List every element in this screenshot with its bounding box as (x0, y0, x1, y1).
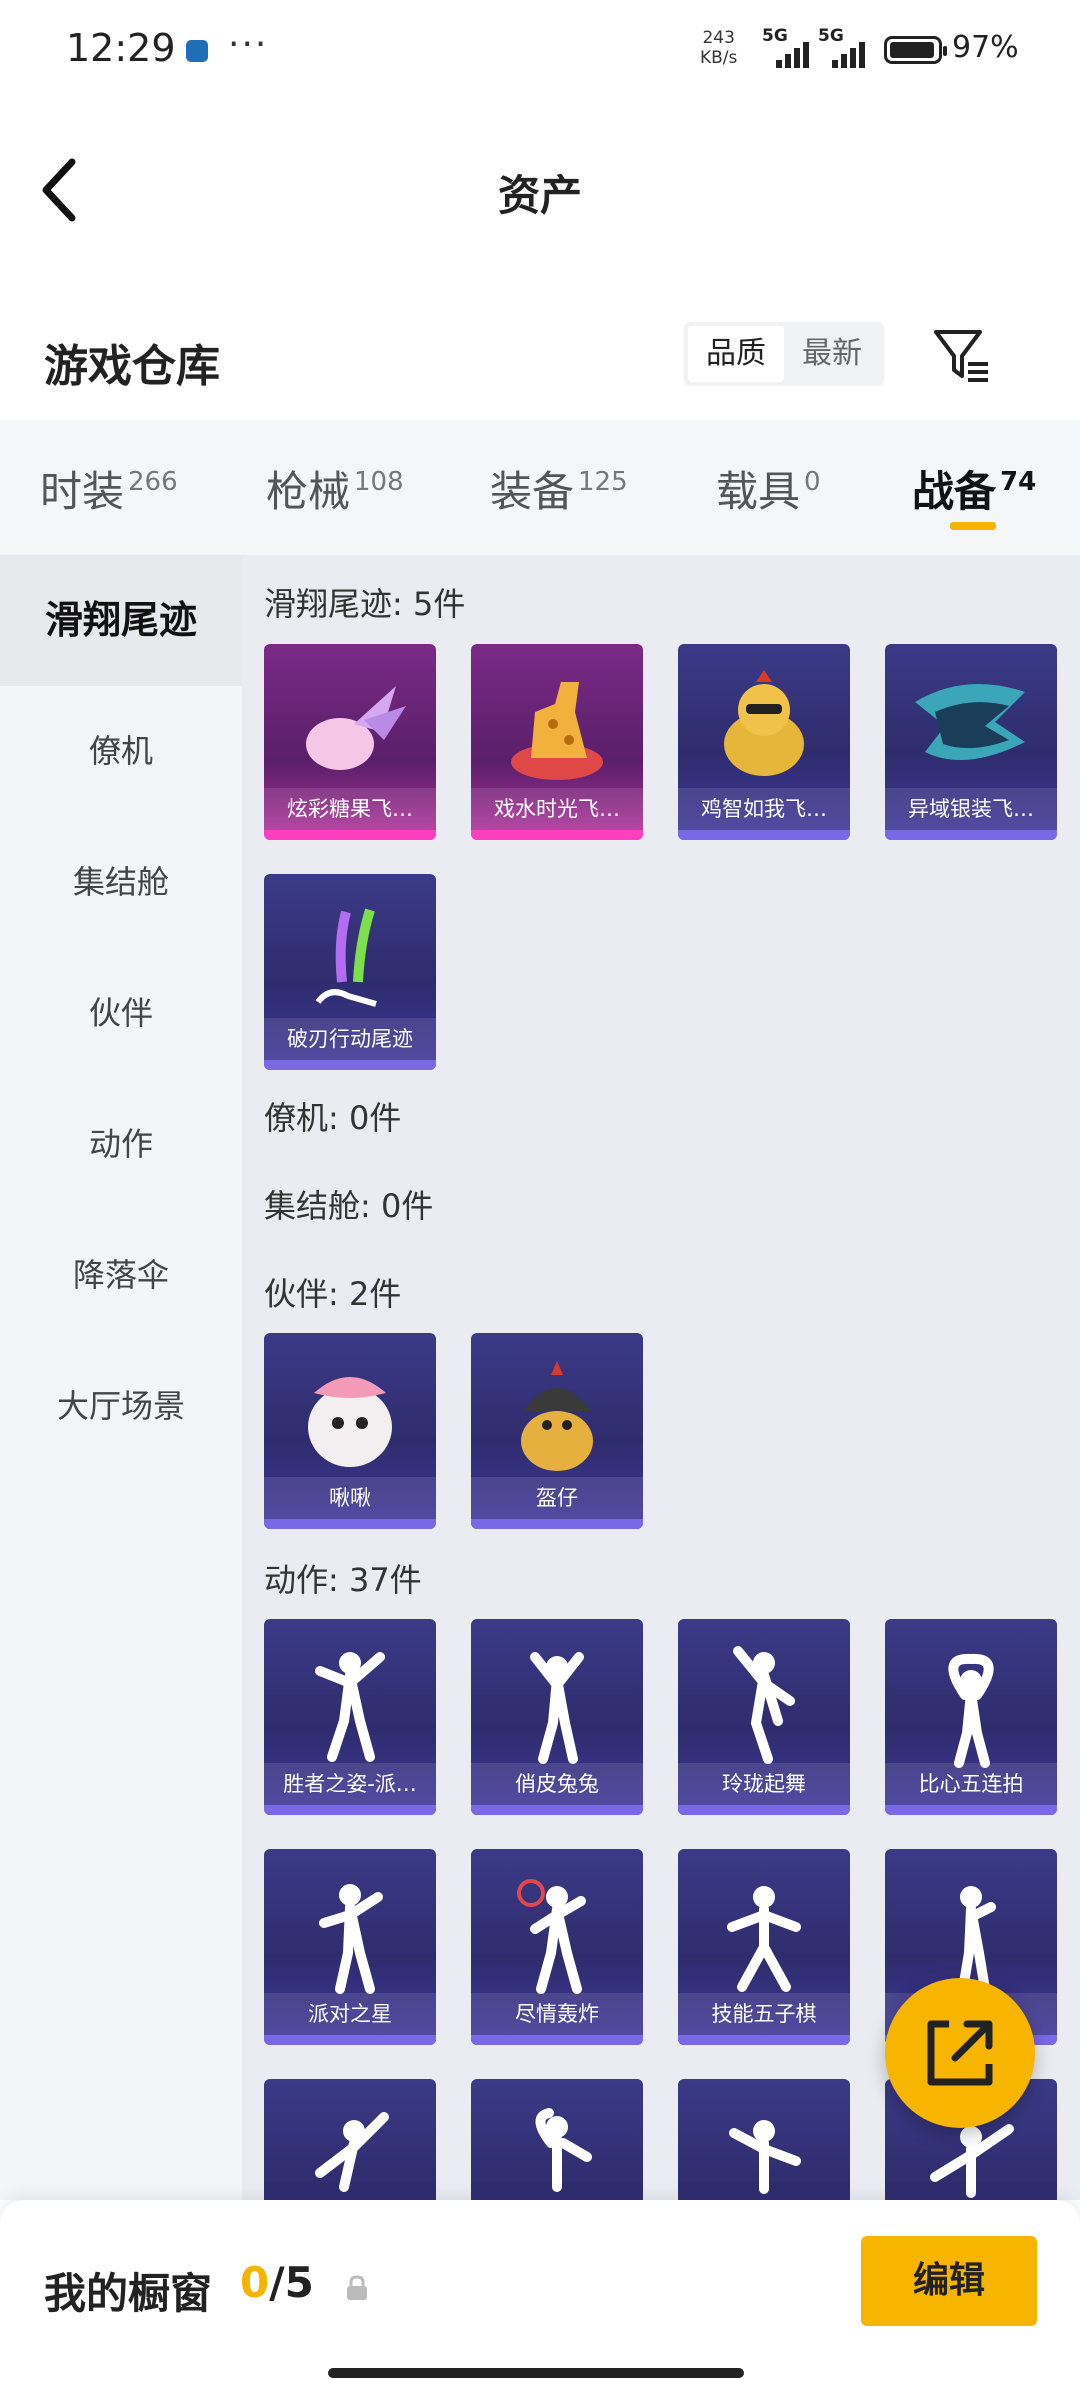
section-title: 伙伴: 2件 (264, 1275, 402, 1313)
sort-toggle: 品质 最新 (684, 322, 884, 386)
item-card[interactable]: 胜者之姿-派… (264, 1619, 436, 1815)
section-title: 滑翔尾迹: 5件 (264, 585, 466, 623)
dancer-pose-icon (733, 1646, 795, 1764)
sidebar: 滑翔尾迹 僚机 集结舱 伙伴 动作 降落伞 大厅场景 (0, 555, 242, 2200)
item-list: 滑翔尾迹: 5件 炫彩糖果飞… 戏水时光飞… 鸡智如我飞… 异域银装飞… 破刃行… (242, 555, 1080, 2200)
dancer-pose-icon (729, 2120, 801, 2194)
share-button[interactable] (885, 1978, 1035, 2128)
tab-fashion[interactable]: 时装 266 (40, 458, 178, 518)
item-card[interactable]: 炫彩糖果飞… (264, 644, 436, 840)
item-card[interactable]: 派对之星 (264, 1849, 436, 2045)
sidebar-item-assembly-pod[interactable]: 集结舱 (0, 817, 242, 948)
filter-button[interactable] (930, 324, 994, 388)
item-card[interactable]: 异域银装飞… (885, 644, 1057, 840)
header: 资产 (0, 100, 1080, 280)
jiujiu-companion-icon (308, 1377, 392, 1467)
tab-battle-prep[interactable]: 战备 74 (912, 458, 1036, 518)
silver-wing-icon (915, 684, 1025, 760)
status-bar: 12:29 ··· 243 KB/s 5G 5G 97% (0, 0, 1080, 100)
item-card[interactable]: 玲珑起舞 (678, 1619, 850, 1815)
helmet-chick-icon (521, 1361, 593, 1471)
giraffe-float-icon (511, 682, 603, 780)
more-dots-icon: ··· (228, 24, 269, 65)
filter-funnel-icon (934, 330, 988, 382)
sidebar-item-parachute[interactable]: 降落伞 (0, 1210, 242, 1341)
section-title: 僚机: 0件 (264, 1099, 402, 1137)
section-title: 集结舱: 0件 (264, 1187, 434, 1225)
showcase-count: 0/5 (240, 2258, 314, 2307)
sidebar-item-companion[interactable]: 伙伴 (0, 948, 242, 1079)
dancer-pose-icon (315, 1652, 385, 1762)
page-title: 资产 (497, 171, 582, 220)
network-speed: 243 KB/s (700, 28, 738, 68)
dancer-pose-icon (530, 1652, 584, 1764)
item-card[interactable] (678, 2079, 850, 2200)
sidebar-item-emote[interactable]: 动作 (0, 1079, 242, 1210)
chicken-trail-icon (724, 670, 804, 776)
battery-level: 97% (952, 30, 1019, 65)
dancer-pose-icon (727, 1886, 801, 1992)
tab-vehicles[interactable]: 载具 0 (716, 458, 821, 518)
active-tab-indicator (950, 522, 996, 530)
dancer-pose-icon (517, 1879, 586, 1994)
app-notification-icon (186, 40, 208, 62)
item-card[interactable] (471, 2079, 643, 2200)
warehouse-header: 游戏仓库 品质 最新 (0, 300, 1080, 420)
blade-trail-icon (315, 908, 377, 1007)
share-export-icon (927, 2020, 993, 2086)
item-card[interactable]: 鸡智如我飞… (678, 644, 850, 840)
item-card[interactable]: 技能五子棋 (678, 1849, 850, 2045)
item-card[interactable]: 盔仔 (471, 1333, 643, 1529)
dancer-pose-icon (319, 1884, 383, 1994)
warehouse-title: 游戏仓库 (44, 341, 220, 392)
tab-guns[interactable]: 枪械 108 (266, 458, 404, 518)
tab-equipment[interactable]: 装备 125 (490, 458, 628, 518)
home-indicator (328, 2368, 744, 2378)
dancer-pose-icon (948, 1653, 994, 1768)
sort-newest-button[interactable]: 最新 (784, 326, 880, 382)
sidebar-item-wingman[interactable]: 僚机 (0, 686, 242, 817)
item-card[interactable]: 尽情轰炸 (471, 1849, 643, 2045)
item-card[interactable]: 破刃行动尾迹 (264, 874, 436, 1070)
dancer-pose-icon (535, 2108, 592, 2192)
sort-quality-button[interactable]: 品质 (688, 326, 784, 382)
item-card[interactable]: 比心五连拍 (885, 1619, 1057, 1815)
category-tabs: 时装 266 枪械 108 装备 125 载具 0 战备 74 (0, 420, 1080, 555)
sidebar-item-glide-trail[interactable]: 滑翔尾迹 (0, 555, 242, 686)
edit-button[interactable]: 编辑 (861, 2236, 1037, 2326)
sidebar-item-lobby-scene[interactable]: 大厅场景 (0, 1341, 242, 1472)
showcase-bar: 我的橱窗 0/5 编辑 (0, 2200, 1080, 2400)
status-time: 12:29 (66, 26, 176, 70)
signal-icon: 5G (762, 26, 818, 70)
item-card[interactable] (264, 2079, 436, 2200)
battery-icon (884, 36, 947, 64)
lock-icon (347, 2275, 367, 2300)
item-card[interactable]: 戏水时光飞… (471, 644, 643, 840)
section-title: 动作: 37件 (264, 1561, 422, 1599)
dancer-pose-icon (315, 2112, 389, 2192)
candy-trail-icon (306, 686, 406, 770)
showcase-title: 我的橱窗 (44, 2269, 213, 2318)
signal-icon: 5G (818, 26, 874, 70)
item-card[interactable]: 俏皮兔兔 (471, 1619, 643, 1815)
item-card[interactable]: 啾啾 (264, 1333, 436, 1529)
